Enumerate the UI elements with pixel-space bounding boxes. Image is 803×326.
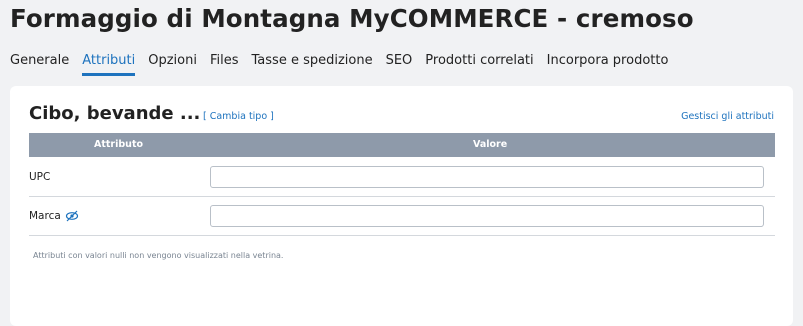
- product-tabs: Generale Attributi Opzioni Files Tasse e…: [10, 53, 681, 76]
- page-title: Formaggio di Montagna MyCOMMERCE - cremo…: [10, 4, 694, 33]
- table-row-upc: UPC: [29, 158, 775, 197]
- tab-opzioni[interactable]: Opzioni: [148, 53, 197, 76]
- attribute-label: Marca: [29, 210, 61, 222]
- tab-tasse-spedizione[interactable]: Tasse e spedizione: [252, 53, 373, 76]
- table-row-marca: Marca: [29, 197, 775, 236]
- marca-input[interactable]: [210, 205, 764, 227]
- attribute-label: UPC: [29, 171, 51, 183]
- manage-attributes-link[interactable]: Gestisci gli attributi: [681, 111, 774, 122]
- tab-generale[interactable]: Generale: [10, 53, 69, 76]
- product-type-title: Cibo, bevande ...: [29, 103, 201, 124]
- header-attribute: Attributo: [94, 139, 144, 150]
- upc-input[interactable]: [210, 166, 764, 188]
- tab-attributi[interactable]: Attributi: [82, 53, 136, 76]
- eye-slash-icon[interactable]: [65, 210, 79, 222]
- change-type-link[interactable]: [ Cambia tipo ]: [203, 111, 274, 122]
- tab-files[interactable]: Files: [210, 53, 239, 76]
- tab-prodotti-correlati[interactable]: Prodotti correlati: [425, 53, 533, 76]
- header-value: Valore: [473, 139, 508, 150]
- tab-seo[interactable]: SEO: [386, 53, 413, 76]
- attributes-table-header: Attributo Valore: [29, 133, 775, 157]
- row-label-marca: Marca: [29, 210, 79, 222]
- row-label-upc: UPC: [29, 171, 50, 183]
- null-values-note: Attributi con valori nulli non vengono v…: [33, 251, 284, 260]
- attributes-card: Cibo, bevande ... [ Cambia tipo ] Gestis…: [10, 86, 793, 326]
- tab-incorpora-prodotto[interactable]: Incorpora prodotto: [547, 53, 669, 76]
